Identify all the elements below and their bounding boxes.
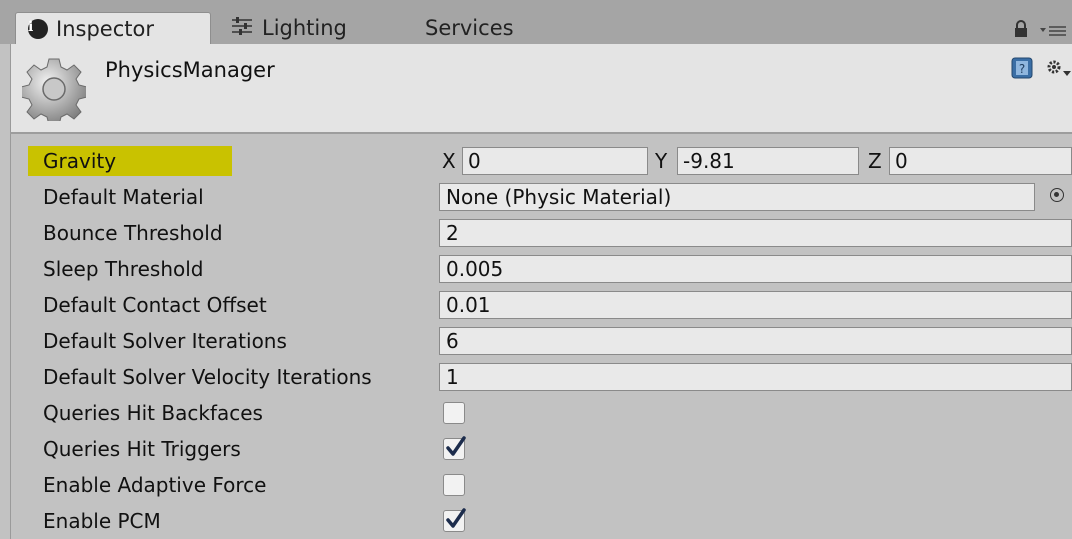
default-contact-offset-label: Default Contact Offset: [43, 293, 267, 317]
default-contact-offset-field[interactable]: 0.01: [439, 291, 1072, 319]
bounce-threshold-field[interactable]: 2: [439, 219, 1072, 247]
default-material-field[interactable]: None (Physic Material): [439, 183, 1035, 211]
gravity-label: Gravity: [28, 146, 232, 176]
enable-adaptive-force-checkbox[interactable]: [443, 474, 465, 496]
menu-icon[interactable]: [1040, 23, 1068, 42]
checkmark-icon: [446, 436, 466, 456]
gravity-z-label: Z: [868, 149, 882, 173]
svg-text:?: ?: [1019, 62, 1025, 76]
object-picker-icon[interactable]: [1050, 188, 1064, 202]
page-title: PhysicsManager: [105, 58, 275, 82]
gravity-y-label: Y: [655, 149, 668, 173]
enable-adaptive-force-label: Enable Adaptive Force: [43, 473, 267, 497]
sleep-threshold-field[interactable]: 0.005: [439, 255, 1072, 283]
default-solver-iterations-label: Default Solver Iterations: [43, 329, 287, 353]
tab-services-label: Services: [425, 16, 514, 40]
inspector-window: i Inspector Lighting Services PhysicsMan…: [0, 0, 1072, 539]
default-solver-velocity-iterations-field[interactable]: 1: [439, 363, 1072, 391]
lighting-icon: [230, 16, 254, 41]
default-material-label: Default Material: [43, 185, 204, 209]
gravity-z-field[interactable]: 0: [889, 147, 1072, 175]
queries-hit-triggers-checkbox[interactable]: [443, 436, 466, 460]
tab-lighting-label: Lighting: [262, 16, 347, 40]
bounce-threshold-label: Bounce Threshold: [43, 221, 223, 245]
queries-hit-backfaces-label: Queries Hit Backfaces: [43, 401, 263, 425]
tab-lighting[interactable]: Lighting: [230, 12, 347, 44]
gear-icon: [20, 57, 88, 126]
queries-hit-triggers-label: Queries Hit Triggers: [43, 437, 241, 461]
gravity-x-field[interactable]: 0: [462, 147, 648, 175]
settings-icon[interactable]: [1045, 57, 1071, 84]
checkmark-icon: [446, 508, 466, 528]
help-icon[interactable]: ?: [1011, 57, 1033, 79]
sleep-threshold-label: Sleep Threshold: [43, 257, 204, 281]
tab-bar: i Inspector Lighting Services: [0, 0, 1072, 44]
tab-inspector[interactable]: i Inspector: [15, 12, 211, 44]
default-solver-velocity-iterations-label: Default Solver Velocity Iterations: [43, 365, 372, 389]
default-solver-iterations-field[interactable]: 6: [439, 327, 1072, 355]
queries-hit-backfaces-checkbox[interactable]: [443, 402, 465, 424]
tab-inspector-label: Inspector: [56, 16, 154, 41]
enable-pcm-label: Enable PCM: [43, 509, 161, 533]
gravity-y-field[interactable]: -9.81: [677, 147, 859, 175]
tab-services[interactable]: Services: [425, 12, 514, 44]
info-icon: i: [28, 18, 48, 39]
lock-icon[interactable]: [1013, 19, 1029, 43]
gravity-x-label: X: [442, 149, 456, 173]
enable-pcm-checkbox[interactable]: [443, 508, 466, 532]
